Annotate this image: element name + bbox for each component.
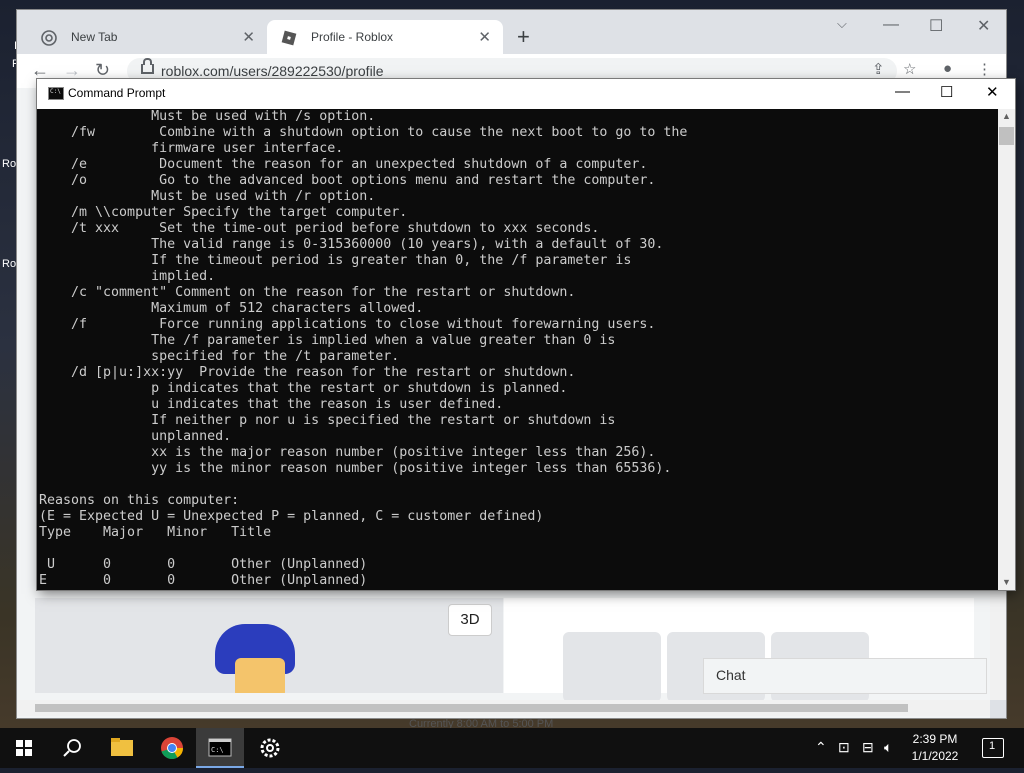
desktop-icon-label[interactable]: Ro [2, 258, 16, 270]
scroll-up-icon[interactable]: ▲ [1002, 111, 1011, 121]
cmd-title-bar[interactable]: Command Prompt — ☐ ✕ [37, 79, 1015, 109]
desktop-icon-label[interactable]: Ro [2, 158, 16, 170]
cmd-title: Command Prompt [68, 86, 166, 100]
command-prompt-icon: C:\ [208, 738, 232, 757]
new-tab-button[interactable]: + [517, 24, 530, 50]
console-output[interactable]: Must be used with /s option. /fw Combine… [39, 109, 997, 587]
scroll-down-icon[interactable]: ▼ [1002, 577, 1011, 587]
minimize-icon[interactable]: — [883, 16, 899, 34]
clock[interactable]: 2:39 PM 1/1/2022 [900, 731, 970, 765]
close-window-icon[interactable]: ✕ [986, 83, 999, 101]
close-window-icon[interactable]: ✕ [977, 16, 990, 36]
view-3d-button[interactable]: 3D [448, 604, 492, 636]
svg-text:C:\: C:\ [211, 746, 224, 754]
tab-new-tab[interactable]: New Tab ✕ [27, 20, 267, 54]
tab-label: New Tab [71, 30, 118, 44]
scroll-thumb[interactable] [35, 704, 908, 712]
command-prompt-icon [48, 87, 64, 100]
taskbar-command-prompt[interactable]: C:\ [196, 728, 244, 768]
taskbar-search-button[interactable] [48, 728, 96, 768]
url-text[interactable]: roblox.com/users/289222530/profile [161, 63, 384, 79]
file-explorer-icon [111, 738, 133, 756]
network-icon[interactable]: ⊟ [862, 739, 874, 756]
show-hidden-icons-icon[interactable]: ⌃ [815, 739, 827, 756]
notification-icon[interactable]: 1 [982, 738, 1004, 758]
forward-icon[interactable]: → [63, 60, 81, 81]
tab-profile-roblox[interactable]: Profile - Roblox ✕ [267, 20, 503, 54]
page-horizontal-scrollbar[interactable] [17, 700, 990, 716]
tab-search-icon[interactable]: ⌵ [837, 16, 847, 32]
notification-count: 1 [989, 740, 996, 752]
maximize-icon[interactable]: ☐ [940, 83, 953, 101]
chrome-icon [161, 737, 183, 760]
bookmark-star-icon[interactable]: ☆ [903, 60, 916, 78]
taskbar: C:\ ⌃ ⊡ ⊟ 🔈︎ 2:39 PM 1/1/2022 1 [0, 728, 1024, 768]
command-prompt-window: Command Prompt — ☐ ✕ Must be used with /… [37, 79, 1015, 590]
profile-avatar-icon[interactable]: ● [943, 60, 952, 77]
console-text: Must be used with /s option. /fw Combine… [39, 109, 688, 587]
volume-muted-icon[interactable]: 🔈︎ [884, 739, 892, 756]
close-tab-icon[interactable]: ✕ [478, 28, 491, 46]
taskbar-settings[interactable] [246, 728, 294, 768]
back-icon[interactable]: ← [31, 60, 49, 81]
avatar-face [235, 658, 285, 693]
maximize-icon[interactable]: ☐ [929, 16, 943, 36]
share-icon[interactable]: ⇪ [872, 60, 885, 78]
network-status-icon[interactable]: ⊡ [838, 739, 850, 756]
start-icon [16, 740, 32, 756]
clock-time: 2:39 PM [912, 732, 958, 746]
wearing-item[interactable] [563, 632, 661, 702]
minimize-icon[interactable]: — [895, 83, 910, 100]
close-tab-icon[interactable]: ✕ [242, 28, 255, 46]
reload-icon[interactable]: ↻ [95, 60, 110, 81]
clock-date: 1/1/2022 [911, 749, 959, 763]
scroll-thumb[interactable] [999, 127, 1014, 145]
taskbar-chrome[interactable] [148, 728, 196, 768]
chrome-icon [41, 30, 57, 46]
taskbar-file-explorer[interactable] [98, 728, 146, 768]
chat-label: Chat [716, 667, 746, 683]
settings-icon [260, 738, 280, 758]
menu-kebab-icon[interactable]: ⋮ [977, 60, 992, 78]
cmd-scrollbar[interactable]: ▲ ▼ [998, 109, 1015, 590]
avatar-panel: 3D [35, 598, 503, 693]
roblox-icon [281, 30, 297, 46]
tab-label: Profile - Roblox [311, 30, 394, 44]
chat-bar[interactable]: Chat [703, 658, 987, 694]
search-icon [63, 739, 81, 757]
tab-strip: New Tab ✕ Profile - Roblox ✕ + ⌵ — ☐ ✕ [17, 10, 1006, 54]
start-button[interactable] [0, 728, 48, 768]
lock-icon[interactable] [141, 58, 154, 74]
